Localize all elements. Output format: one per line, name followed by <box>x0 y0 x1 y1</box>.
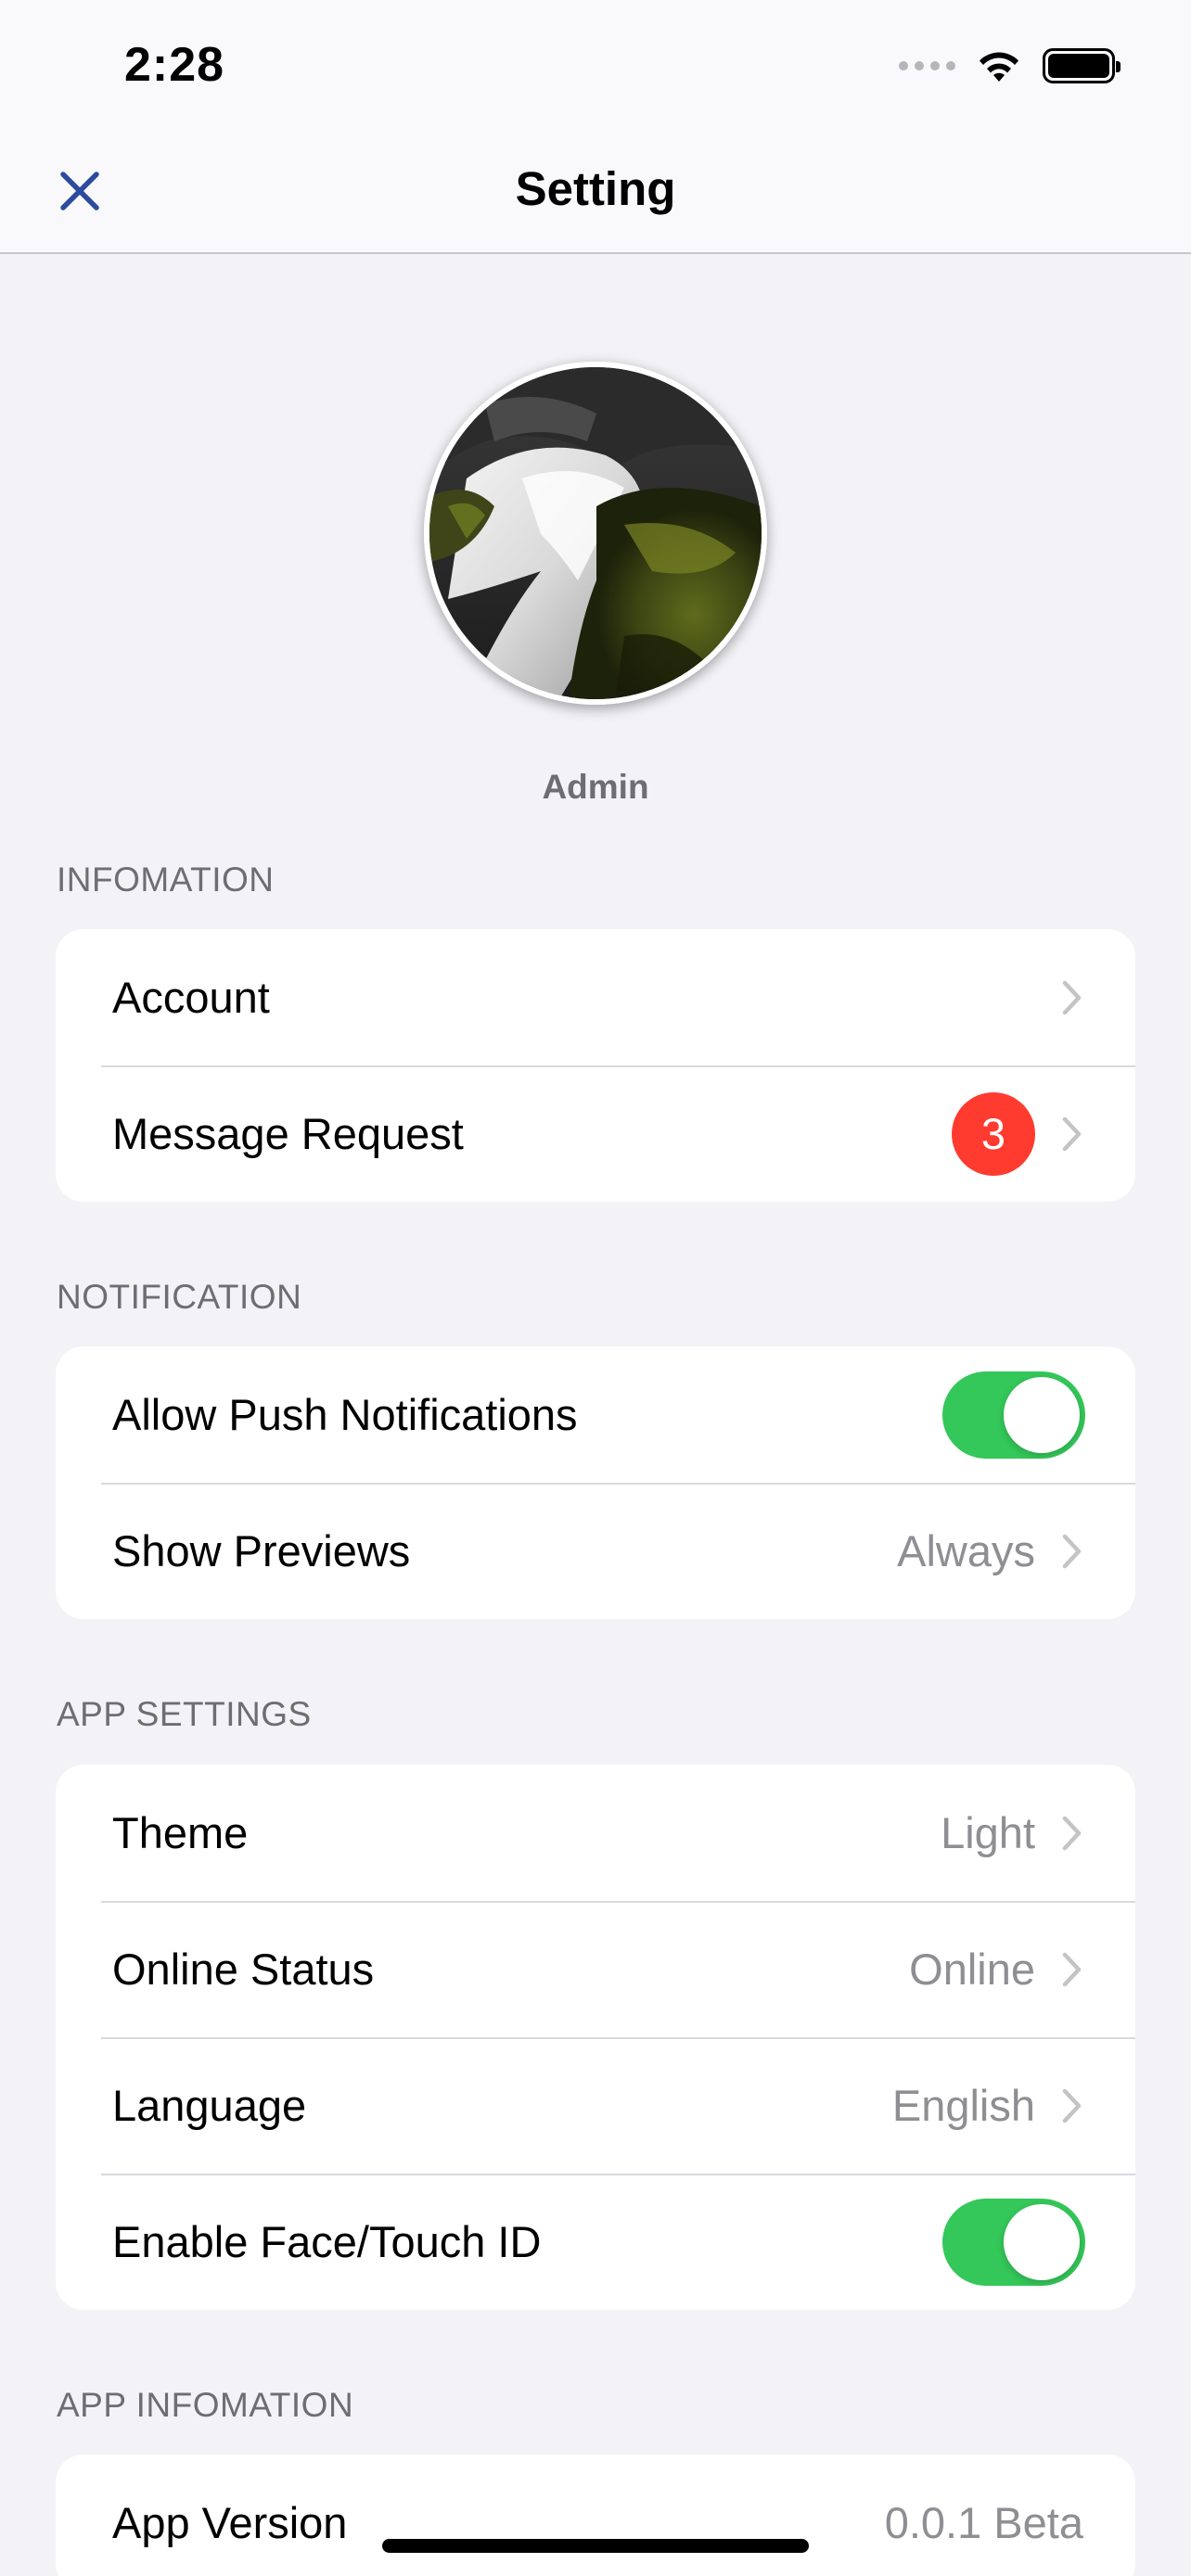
profile-name: Admin <box>542 768 649 806</box>
app-settings-card: Theme Light Online Status Online Languag… <box>56 1765 1135 2310</box>
row-label: Enable Face/Touch ID <box>112 2217 542 2266</box>
row-value: English <box>891 2081 1035 2130</box>
chevron-right-icon <box>1061 1951 1083 1988</box>
online-status-row[interactable]: Online Status Online <box>56 1901 1135 2037</box>
row-label: Message Request <box>112 1109 464 1158</box>
face-touch-id-row: Enable Face/Touch ID <box>56 2174 1135 2310</box>
section-header-infomation: INFOMATION <box>57 861 275 899</box>
status-time: 2:28 <box>124 38 225 92</box>
account-row[interactable]: Account <box>56 929 1135 1065</box>
app-version-row: App Version 0.0.1 Beta <box>56 2455 1135 2576</box>
avatar[interactable] <box>424 362 767 705</box>
app-infomation-card: App Version 0.0.1 Beta <box>56 2455 1135 2576</box>
row-value: Always <box>897 1526 1035 1575</box>
allow-push-toggle[interactable] <box>942 1371 1085 1459</box>
allow-push-notifications-row: Allow Push Notifications <box>56 1346 1135 1483</box>
row-label: Theme <box>112 1808 249 1857</box>
show-previews-row[interactable]: Show Previews Always <box>56 1483 1135 1619</box>
message-request-row[interactable]: Message Request 3 <box>56 1065 1135 1202</box>
row-label: Allow Push Notifications <box>112 1390 578 1439</box>
face-id-toggle[interactable] <box>942 2198 1085 2286</box>
chevron-right-icon <box>1061 1116 1083 1153</box>
infomation-card: Account Message Request 3 <box>56 929 1135 1202</box>
row-label: Show Previews <box>112 1526 411 1575</box>
chevron-right-icon <box>1061 979 1083 1016</box>
language-row[interactable]: Language English <box>56 2037 1135 2174</box>
chevron-right-icon <box>1061 1815 1083 1852</box>
status-icons <box>899 45 1121 87</box>
row-value: Light <box>941 1808 1035 1857</box>
notification-card: Allow Push Notifications Show Previews A… <box>56 1346 1135 1619</box>
row-label: Online Status <box>112 1945 375 1994</box>
row-value: Online <box>909 1945 1035 1994</box>
settings-screen: 2:28 Setting Admin INFOMATION Account Me… <box>0 0 1191 2576</box>
battery-icon <box>1043 48 1121 83</box>
row-value: 0.0.1 Beta <box>884 2498 1083 2547</box>
waterfall-image <box>429 367 762 699</box>
navigation-bar: 2:28 Setting <box>0 0 1191 254</box>
section-header-notification: NOTIFICATION <box>57 1278 302 1316</box>
theme-row[interactable]: Theme Light <box>56 1765 1135 1901</box>
chevron-right-icon <box>1061 2087 1083 2124</box>
section-header-app-infomation: APP INFOMATION <box>57 2386 354 2424</box>
home-indicator <box>382 2539 809 2553</box>
signal-icon <box>899 61 955 70</box>
row-label: Language <box>112 2081 307 2130</box>
notification-badge: 3 <box>952 1091 1035 1176</box>
row-label: Account <box>112 973 270 1022</box>
page-title: Setting <box>515 162 676 215</box>
chevron-right-icon <box>1061 1533 1083 1570</box>
wifi-icon <box>980 52 1018 82</box>
section-header-app-settings: APP SETTINGS <box>57 1695 312 1733</box>
